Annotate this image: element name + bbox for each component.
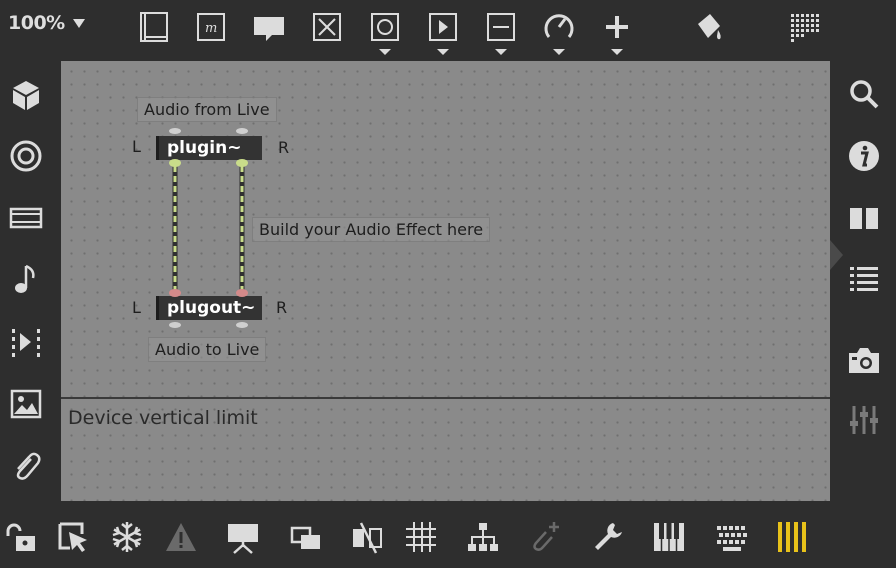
hierarchy-icon [468, 523, 498, 551]
search-icon [850, 80, 879, 109]
wrench-button[interactable] [588, 516, 628, 558]
level-meter-icon [778, 522, 806, 552]
piano-icon [654, 523, 684, 551]
select-cursor-icon [58, 522, 87, 552]
warning-icon [166, 523, 196, 551]
grid-button[interactable] [401, 516, 441, 558]
info-button[interactable] [844, 136, 884, 176]
level-meter-button[interactable] [772, 516, 812, 558]
plugout-inlet-left[interactable] [169, 289, 181, 297]
layer-button[interactable] [286, 516, 326, 558]
snapshot-button[interactable] [844, 340, 884, 380]
freeze-icon [112, 522, 142, 552]
presentation-icon [228, 524, 258, 554]
camera-icon [849, 348, 879, 373]
freeze-button[interactable] [107, 516, 147, 558]
search-button[interactable] [844, 74, 884, 114]
lock-icon [6, 523, 35, 551]
list-icon [850, 267, 878, 291]
visibility-toggle-button[interactable] [347, 516, 387, 558]
plugin-outlet-left[interactable] [169, 159, 181, 167]
plugin-inlet-left[interactable] [169, 128, 181, 134]
add-attachment-button[interactable] [525, 516, 565, 558]
lock-button[interactable] [0, 516, 40, 558]
hierarchy-button[interactable] [463, 516, 503, 558]
device-vertical-limit-label: Device vertical limit [68, 407, 258, 429]
presentation-button[interactable] [223, 516, 263, 558]
layer-icon [290, 526, 320, 549]
warning-button[interactable] [161, 516, 201, 558]
list-button[interactable] [844, 260, 884, 300]
plugout-outlet-right[interactable] [236, 322, 248, 328]
keyboard-button[interactable] [712, 516, 752, 558]
plugin-outlet-right[interactable] [236, 159, 248, 167]
patch-cables [169, 128, 248, 328]
select-mode-button[interactable] [53, 516, 93, 558]
wrench-icon [595, 523, 622, 550]
info-icon [849, 141, 879, 171]
mixer-button[interactable] [844, 400, 884, 440]
plugout-inlet-right[interactable] [236, 289, 248, 297]
keyboard-icon [717, 526, 747, 551]
visibility-toggle-icon [353, 522, 382, 554]
add-attachment-icon [533, 522, 559, 551]
mixer-icon [850, 406, 878, 434]
plugin-inlet-right[interactable] [236, 128, 248, 134]
plugout-outlet-left[interactable] [169, 322, 181, 328]
book-icon [850, 208, 878, 229]
device-vertical-limit-line[interactable] [61, 397, 830, 399]
piano-button[interactable] [649, 516, 689, 558]
reference-button[interactable] [844, 198, 884, 238]
grid-icon [406, 522, 436, 552]
